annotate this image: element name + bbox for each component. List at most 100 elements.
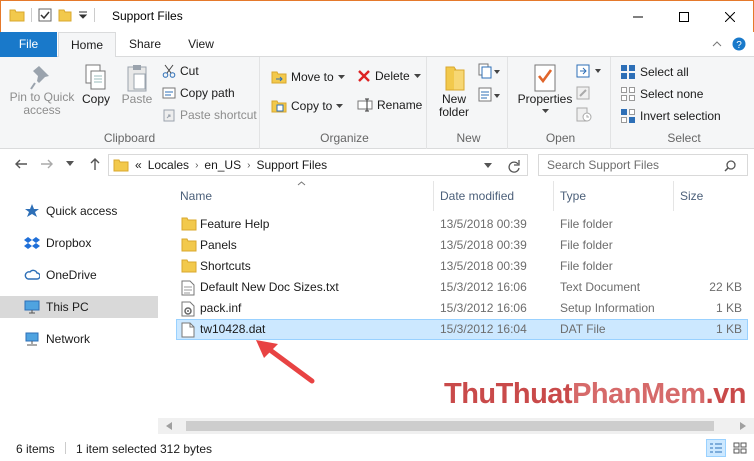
new-folder-button[interactable]: New folder [436,63,472,119]
file-type: Setup Information [560,301,655,315]
chevron-down-icon [337,74,345,79]
minimize-button[interactable] [615,1,661,32]
copy-path-button[interactable]: Copy path [162,86,235,100]
breadcrumb-separator-icon[interactable]: › [195,160,198,171]
cloud-icon [24,269,40,280]
pin-to-quick-access-button[interactable]: Pin to Quick access [6,63,78,117]
setup-information-icon [181,301,195,317]
sidebar-item-this-pc[interactable]: This PC [0,296,158,318]
column-header-size[interactable]: Size [674,181,748,211]
select-none-button[interactable]: Select none [620,86,703,102]
breadcrumb-en-us[interactable]: en_US [204,158,241,172]
help-icon[interactable]: ? [732,37,746,51]
tab-home[interactable]: Home [58,32,116,58]
copy-to-button[interactable]: Copy to [271,98,344,114]
tab-view[interactable]: View [173,32,229,57]
file-row-panels[interactable]: Panels 13/5/2018 00:39 File folder [176,235,748,256]
new-item-icon[interactable] [478,63,502,81]
maximize-button[interactable] [661,1,707,32]
sidebar-item-dropbox[interactable]: Dropbox [0,232,158,254]
details-view-button[interactable] [706,439,726,457]
selection-count: 1 item selected [76,442,157,456]
invert-selection-label: Invert selection [640,109,721,123]
folder-icon [181,238,197,252]
breadcrumb-locales[interactable]: Locales [148,158,189,172]
paste-button[interactable]: Paste [118,63,156,106]
refresh-icon[interactable] [507,159,521,173]
copy-label: Copy [81,92,110,106]
new-folder-icon[interactable] [58,8,72,22]
file-size: 22 KB [709,280,742,294]
copy-to-label: Copy to [291,99,333,113]
paste-shortcut-icon [163,109,175,122]
open-icon[interactable] [575,63,605,79]
rename-button[interactable]: Rename [357,98,422,112]
large-icons-view-button[interactable] [730,439,750,457]
folder-icon [181,259,197,273]
address-dropdown-icon[interactable] [484,163,492,169]
easy-access-icon[interactable] [478,87,502,105]
back-arrow-icon[interactable] [14,157,28,171]
rename-icon [357,98,373,112]
file-name: tw10428.dat [200,322,266,336]
column-header-name[interactable]: Name [174,181,434,211]
history-icon [576,107,592,122]
file-date: 13/5/2018 00:39 [440,238,527,252]
file-name: Shortcuts [200,259,251,273]
network-icon [25,332,39,346]
select-all-button[interactable]: Select all [620,64,689,80]
close-icon [725,11,735,22]
file-date: 15/3/2012 16:04 [440,322,527,336]
watermark-part-3: .vn [705,378,747,410]
copy-to-icon [271,100,287,113]
ribbon-tabs: File Home Share View ? [0,32,754,58]
invert-selection-button[interactable]: Invert selection [620,108,721,124]
watermark: ThuThuatPhanMem.vn [444,378,746,411]
breadcrumb-separator-icon[interactable]: › [247,160,250,171]
properties-button[interactable]: Properties [517,63,573,114]
properties-check-icon[interactable] [38,8,52,22]
horizontal-scrollbar[interactable] [158,418,754,434]
file-row-feature-help[interactable]: Feature Help 13/5/2018 00:39 File folder [176,214,748,235]
column-header-date[interactable]: Date modified [434,181,554,211]
up-arrow-icon[interactable] [88,157,102,171]
scroll-left-icon[interactable] [166,422,172,430]
close-button[interactable] [707,1,753,32]
file-date: 13/5/2018 00:39 [440,217,527,231]
delete-button[interactable]: Delete [357,69,421,83]
move-to-button[interactable]: Move to [271,69,345,85]
address-bar[interactable]: « Locales › en_US › Support Files [108,154,528,176]
file-row-pack-inf[interactable]: pack.inf 15/3/2012 16:06 Setup Informati… [176,298,748,319]
file-row-default-new-doc-sizes[interactable]: Default New Doc Sizes.txt 15/3/2012 16:0… [176,277,748,298]
tab-share[interactable]: Share [117,32,173,57]
properties-label: Properties [517,92,573,106]
scroll-right-icon[interactable] [740,422,746,430]
column-header-type[interactable]: Type [554,181,674,211]
item-count: 6 items [16,442,55,456]
file-date: 15/3/2012 16:06 [440,280,527,294]
forward-arrow-icon[interactable] [40,157,54,171]
search-icon[interactable] [724,160,736,172]
file-row-shortcuts[interactable]: Shortcuts 13/5/2018 00:39 File folder [176,256,748,277]
recent-locations-icon[interactable] [66,161,74,167]
sidebar-item-network[interactable]: Network [0,328,158,350]
navigation-pane: Quick access Dropbox OneDrive This PC Ne… [0,181,158,433]
paste-shortcut-button[interactable]: Paste shortcut [162,108,257,122]
cut-button[interactable]: Cut [162,64,199,78]
collapse-ribbon-icon[interactable] [712,40,722,48]
search-input[interactable]: Search Support Files [538,154,748,176]
breadcrumb-overflow[interactable]: « [135,158,142,172]
chevron-down-icon [336,103,344,108]
scissors-icon [162,64,176,78]
customize-dropdown-icon[interactable] [78,10,88,20]
breadcrumb-support-files[interactable]: Support Files [256,158,327,172]
watermark-part-2: PhanMem [572,378,706,410]
tab-file[interactable]: File [0,32,57,57]
scrollbar-thumb[interactable] [186,421,714,431]
select-all-label: Select all [640,65,689,79]
new-folder-label: New folder [438,92,470,119]
select-all-icon [621,65,635,79]
sidebar-item-quick-access[interactable]: Quick access [0,200,158,222]
sidebar-item-onedrive[interactable]: OneDrive [0,264,158,286]
copy-button[interactable]: Copy [78,63,114,106]
